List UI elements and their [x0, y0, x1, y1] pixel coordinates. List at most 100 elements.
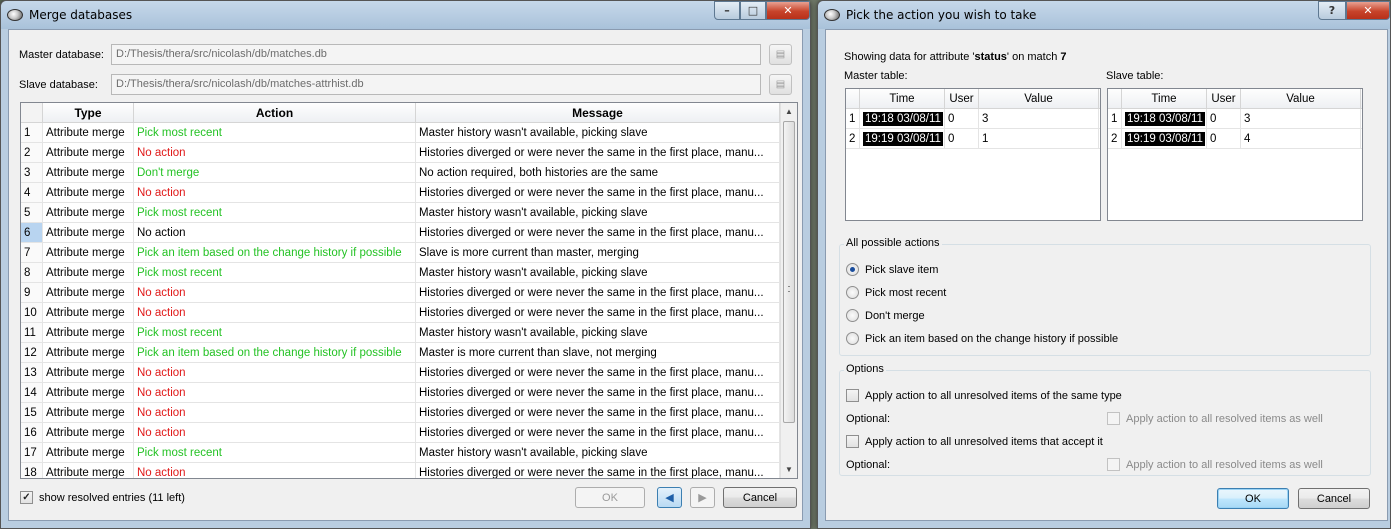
- row-index[interactable]: 8: [21, 263, 43, 282]
- row-message[interactable]: Master is more current than slave, not m…: [416, 343, 780, 362]
- table-row[interactable]: 4 Attribute merge No action Histories diver…: [21, 183, 797, 203]
- row-type[interactable]: Attribute merge: [43, 223, 134, 242]
- row-action[interactable]: No action: [134, 463, 416, 478]
- row-type[interactable]: Attribute merge: [43, 403, 134, 422]
- row-index[interactable]: 1: [21, 123, 43, 142]
- column-header-message[interactable]: Message: [416, 103, 780, 122]
- row-index[interactable]: 18: [21, 463, 43, 478]
- table-row[interactable]: 5 Attribute merge Pick most recent Master h…: [21, 203, 797, 223]
- row-action[interactable]: No action: [134, 283, 416, 302]
- row-action[interactable]: No action: [134, 183, 416, 202]
- column-header-type[interactable]: Type: [43, 103, 134, 122]
- table-row[interactable]: 16 Attribute merge No action Histories dive…: [21, 423, 797, 443]
- row-message[interactable]: Histories diverged or were never the sam…: [416, 383, 780, 402]
- row-index[interactable]: 12: [21, 343, 43, 362]
- row-index[interactable]: 6: [21, 223, 43, 242]
- row-type[interactable]: Attribute merge: [43, 243, 134, 262]
- row-index[interactable]: 15: [21, 403, 43, 422]
- column-header-index[interactable]: [21, 103, 43, 122]
- row-index[interactable]: 10: [21, 303, 43, 322]
- next-item-button[interactable]: ▶: [690, 487, 715, 508]
- row-type[interactable]: Attribute merge: [43, 323, 134, 342]
- table-row[interactable]: 15 Attribute merge No action Histories dive…: [21, 403, 797, 423]
- row-index[interactable]: 9: [21, 283, 43, 302]
- row-index[interactable]: 14: [21, 383, 43, 402]
- maximize-button[interactable]: □: [740, 1, 766, 20]
- close-button[interactable]: ✕: [766, 1, 810, 20]
- table-row[interactable]: 8 Attribute merge Pick most recent Master h…: [21, 263, 797, 283]
- row-message[interactable]: Master history wasn't available, picking…: [416, 123, 780, 142]
- history-row-time[interactable]: 19:18 03/08/11: [1122, 109, 1207, 128]
- minimize-button[interactable]: –: [714, 1, 740, 20]
- row-action[interactable]: No action: [134, 403, 416, 422]
- action-radio-button[interactable]: [846, 332, 859, 345]
- column-header-time[interactable]: Time: [860, 89, 945, 108]
- history-row-user[interactable]: 0: [1207, 129, 1241, 148]
- row-message[interactable]: Slave is more current than master, mergi…: [416, 243, 780, 262]
- column-header-value[interactable]: Value: [979, 89, 1099, 108]
- table-row[interactable]: 17 Attribute merge Pick most recent Master …: [21, 443, 797, 463]
- row-type[interactable]: Attribute merge: [43, 343, 134, 362]
- action-radio-button[interactable]: [846, 309, 859, 322]
- row-index[interactable]: 3: [21, 163, 43, 182]
- table-row[interactable]: 14 Attribute merge No action Histories dive…: [21, 383, 797, 403]
- merge-window-titlebar[interactable]: Merge databases – □ ✕: [1, 1, 810, 29]
- history-row[interactable]: 1 19:18 03/08/11 0 3: [846, 109, 1100, 129]
- row-type[interactable]: Attribute merge: [43, 263, 134, 282]
- history-row-user[interactable]: 0: [945, 129, 979, 148]
- apply-accept-row[interactable]: Apply action to all unresolved items tha…: [846, 435, 1103, 448]
- merge-cancel-button[interactable]: Cancel: [723, 487, 797, 508]
- row-index[interactable]: 17: [21, 443, 43, 462]
- row-message[interactable]: Master history wasn't available, picking…: [416, 263, 780, 282]
- row-type[interactable]: Attribute merge: [43, 303, 134, 322]
- row-action[interactable]: No action: [134, 423, 416, 442]
- apply-same-type-checkbox[interactable]: [846, 389, 859, 402]
- table-row[interactable]: 13 Attribute merge No action Histories dive…: [21, 363, 797, 383]
- row-message[interactable]: Histories diverged or were never the sam…: [416, 143, 780, 162]
- column-header-index[interactable]: [846, 89, 860, 108]
- action-radio-button[interactable]: [846, 286, 859, 299]
- pick-action-titlebar[interactable]: Pick the action you wish to take ? ✕: [818, 1, 1390, 29]
- row-action[interactable]: Pick most recent: [134, 323, 416, 342]
- apply-accept-checkbox[interactable]: [846, 435, 859, 448]
- row-type[interactable]: Attribute merge: [43, 163, 134, 182]
- history-row[interactable]: 1 19:18 03/08/11 0 3: [1108, 109, 1362, 129]
- row-action[interactable]: No action: [134, 363, 416, 382]
- slave-history-table[interactable]: Time User Value 1 19:18 03/08/11 0 3 2 19:19 …: [1107, 88, 1363, 221]
- row-type[interactable]: Attribute merge: [43, 463, 134, 478]
- row-type[interactable]: Attribute merge: [43, 123, 134, 142]
- table-row[interactable]: 9 Attribute merge No action Histories diver…: [21, 283, 797, 303]
- row-index[interactable]: 2: [21, 143, 43, 162]
- column-header-value[interactable]: Value: [1241, 89, 1361, 108]
- row-message[interactable]: Histories diverged or were never the sam…: [416, 403, 780, 422]
- table-row[interactable]: 18 Attribute merge No action Histories dive…: [21, 463, 797, 478]
- column-header-time[interactable]: Time: [1122, 89, 1207, 108]
- row-message[interactable]: Histories diverged or were never the sam…: [416, 363, 780, 382]
- action-option[interactable]: Pick most recent: [846, 286, 946, 299]
- action-option[interactable]: Don't merge: [846, 309, 925, 322]
- close-button[interactable]: ✕: [1346, 1, 1390, 20]
- scroll-up-arrow-icon[interactable]: ▲: [781, 103, 797, 120]
- row-action[interactable]: Pick an item based on the change history…: [134, 243, 416, 262]
- row-index[interactable]: 16: [21, 423, 43, 442]
- table-row[interactable]: 7 Attribute merge Pick an item based on th…: [21, 243, 797, 263]
- row-type[interactable]: Attribute merge: [43, 283, 134, 302]
- master-db-field[interactable]: D:/Thesis/thera/src/nicolash/db/matches.…: [111, 44, 761, 65]
- history-row-value[interactable]: 4: [1241, 129, 1361, 148]
- row-message[interactable]: Histories diverged or were never the sam…: [416, 463, 780, 478]
- row-message[interactable]: Histories diverged or were never the sam…: [416, 283, 780, 302]
- row-message[interactable]: Histories diverged or were never the sam…: [416, 223, 780, 242]
- history-row-time[interactable]: 19:19 03/08/11: [1122, 129, 1207, 148]
- row-message[interactable]: Histories diverged or were never the sam…: [416, 183, 780, 202]
- history-row-value[interactable]: 3: [1241, 109, 1361, 128]
- row-message[interactable]: No action required, both histories are t…: [416, 163, 780, 182]
- history-row-time[interactable]: 19:19 03/08/11: [860, 129, 945, 148]
- apply-resolved-row-1[interactable]: Apply action to all resolved items as we…: [1107, 412, 1323, 425]
- action-option[interactable]: Pick slave item: [846, 263, 938, 276]
- table-row[interactable]: 6 Attribute merge No action Histories diver…: [21, 223, 797, 243]
- row-type[interactable]: Attribute merge: [43, 443, 134, 462]
- column-header-user[interactable]: User: [1207, 89, 1241, 108]
- history-row[interactable]: 2 19:19 03/08/11 0 1: [846, 129, 1100, 149]
- merge-ok-button[interactable]: OK: [575, 487, 645, 508]
- row-message[interactable]: Histories diverged or were never the sam…: [416, 423, 780, 442]
